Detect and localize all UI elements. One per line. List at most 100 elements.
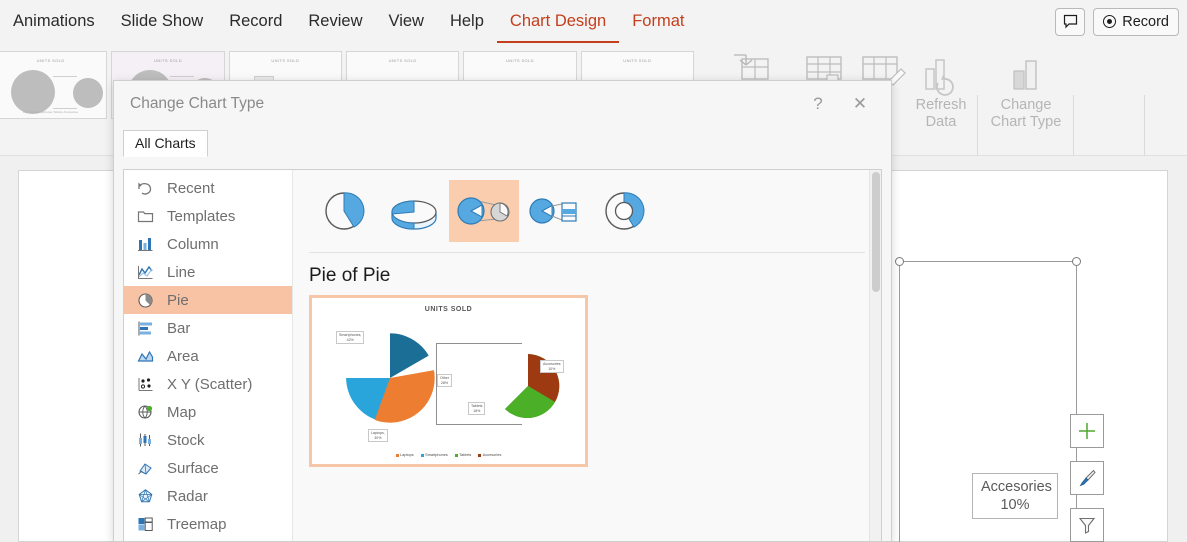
preview-chart-title: UNITS SOLD	[424, 306, 473, 313]
sidebar-item-label: Stock	[167, 431, 205, 449]
dialog-titlebar[interactable]: Change Chart Type ? ✕	[114, 81, 891, 127]
line-chart-icon	[135, 262, 155, 282]
comment-icon	[1063, 14, 1077, 29]
area-chart-icon	[135, 346, 155, 366]
sidebar-item-xy-scatter[interactable]: X Y (Scatter)	[124, 370, 292, 398]
tab-animations[interactable]: Animations	[0, 0, 108, 43]
tab-record[interactable]: Record	[216, 0, 295, 43]
comment-button[interactable]	[1055, 7, 1086, 36]
chart-preview-tile[interactable]: UNITS SOLD Smartphones, 42% Other 28% La…	[309, 295, 588, 467]
change-chart-type-label-2: Chart Type	[990, 114, 1062, 130]
sidebar-item-stock[interactable]: Stock	[124, 426, 292, 454]
subtype-pie-of-pie[interactable]	[449, 180, 519, 242]
refresh-data-label-2: Data	[925, 114, 957, 130]
sidebar-item-label: Area	[167, 347, 199, 365]
preview-leader-bottom	[436, 424, 522, 425]
sidebar-item-column[interactable]: Column	[124, 230, 292, 258]
stock-chart-icon	[135, 430, 155, 450]
dialog-close-button[interactable]: ✕	[839, 87, 881, 121]
preview-label-laptops-line2: 30%	[374, 435, 382, 440]
subtype-bar-of-pie[interactable]	[519, 180, 589, 242]
map-globe-icon	[135, 402, 155, 422]
chart-styles-button[interactable]	[1070, 461, 1104, 495]
legend-swatch-smartphones	[420, 453, 424, 457]
dialog-tab-all-charts[interactable]: All Charts	[123, 130, 208, 157]
sidebar-item-templates[interactable]: Templates	[124, 202, 292, 230]
change-chart-type-label-1: Change	[1000, 97, 1052, 113]
preview-leader-top	[436, 343, 522, 344]
tab-chart-design[interactable]: Chart Design	[496, 0, 620, 43]
chart-subtype-strip	[309, 180, 865, 242]
thumb-title: UNITS SOLD	[36, 58, 65, 63]
legend-entry-smartphones: Smartphones	[420, 453, 448, 457]
gallery-thumbnail[interactable]: UNITS SOLD Laptops Smartphones Tablets A…	[0, 51, 108, 119]
dialog-window-controls: ? ✕	[797, 81, 881, 127]
preview-label-smartphones: Smartphones, 42%	[336, 331, 365, 345]
sidebar-item-radar[interactable]: Radar	[124, 482, 292, 510]
change-chart-type-dialog: Change Chart Type ? ✕ All Charts Recent	[113, 80, 892, 542]
tab-help[interactable]: Help	[437, 0, 497, 43]
thumb-legend: Laptops Smartphones Tablets Accesories	[23, 110, 79, 114]
bar-of-pie-subtype-icon	[529, 198, 577, 224]
chart-elements-button[interactable]	[1070, 414, 1104, 448]
sidebar-item-treemap[interactable]: Treemap	[124, 510, 292, 538]
tab-slide-show[interactable]: Slide Show	[108, 0, 217, 43]
surface-chart-icon	[135, 458, 155, 478]
sidebar-item-pie[interactable]: Pie	[124, 286, 292, 314]
preview-label-tablets: Tablets 18%	[468, 402, 486, 416]
record-button[interactable]: Record	[1093, 7, 1179, 36]
legend-label-laptops: Laptops	[400, 453, 414, 457]
tab-format[interactable]: Format	[619, 0, 697, 43]
chart-subtype-panel: Pie of Pie UNITS SOLD Smartphones, 42% O…	[293, 170, 881, 541]
preview-label-accesories-line1: Accesories	[543, 362, 561, 366]
resize-handle-top-right[interactable]	[1072, 257, 1081, 266]
chart-floating-toolbar	[1070, 414, 1104, 542]
thumb-leader-top	[53, 76, 77, 77]
ribbon-tab-strip: Animations Slide Show Record Review View…	[0, 0, 1187, 43]
slide-data-label-accesories[interactable]: Accesories 10%	[972, 473, 1058, 519]
subtype-doughnut[interactable]	[589, 180, 659, 242]
pie-3d-subtype-icon	[391, 200, 437, 230]
powerpoint-window: Animations Slide Show Record Review View…	[0, 0, 1187, 542]
dialog-body: Recent Templates Column Line Pie Bar Are…	[123, 169, 882, 541]
sidebar-item-label: Recent	[167, 179, 215, 197]
thumb-title: UNITS SOLD	[271, 58, 300, 63]
sidebar-item-map[interactable]: Map	[124, 398, 292, 426]
chart-filters-button[interactable]	[1070, 508, 1104, 542]
sidebar-item-surface[interactable]: Surface	[124, 454, 292, 482]
refresh-chart-icon	[919, 53, 963, 97]
refresh-data-button[interactable]: Refresh Data	[895, 53, 987, 131]
preview-legend: Laptops Smartphones Tablets Accesories	[312, 453, 585, 457]
record-dot-icon	[1103, 15, 1117, 28]
sidebar-item-line[interactable]: Line	[124, 258, 292, 286]
legend-entry-laptops: Laptops	[395, 453, 414, 457]
sidebar-item-label: Templates	[167, 207, 236, 225]
sidebar-item-label: Pie	[167, 291, 189, 309]
dialog-scrollbar[interactable]	[869, 170, 881, 541]
legend-swatch-tablets	[454, 453, 458, 457]
subtype-pie[interactable]	[309, 180, 379, 242]
chart-category-list: Recent Templates Column Line Pie Bar Are…	[124, 170, 293, 541]
preview-label-laptops: Laptops, 30%	[368, 429, 388, 443]
tab-review[interactable]: Review	[295, 0, 375, 43]
thumb-title: UNITS SOLD	[505, 58, 534, 63]
record-button-label: Record	[1122, 13, 1169, 30]
dialog-help-button[interactable]: ?	[797, 87, 839, 121]
change-chart-type-button[interactable]: Change Chart Type	[980, 53, 1072, 131]
subtype-3d-pie[interactable]	[379, 180, 449, 242]
preview-label-laptops-line1: Laptops,	[371, 431, 385, 435]
sidebar-item-recent[interactable]: Recent	[124, 174, 292, 202]
sidebar-item-bar[interactable]: Bar	[124, 314, 292, 342]
refresh-data-label-1: Refresh	[915, 97, 967, 113]
scrollbar-thumb[interactable]	[872, 172, 880, 292]
resize-handle-top-left[interactable]	[895, 257, 904, 266]
tab-view[interactable]: View	[376, 0, 437, 43]
plus-icon	[1079, 423, 1095, 439]
bar-chart-icon	[135, 318, 155, 338]
recent-icon	[135, 178, 155, 198]
column-chart-icon	[135, 234, 155, 254]
sidebar-item-label: Column	[167, 235, 219, 253]
preview-label-accesories: Accesories 10%	[540, 360, 564, 374]
sidebar-item-area[interactable]: Area	[124, 342, 292, 370]
slide-data-label-line1: Accesories	[981, 479, 1052, 495]
